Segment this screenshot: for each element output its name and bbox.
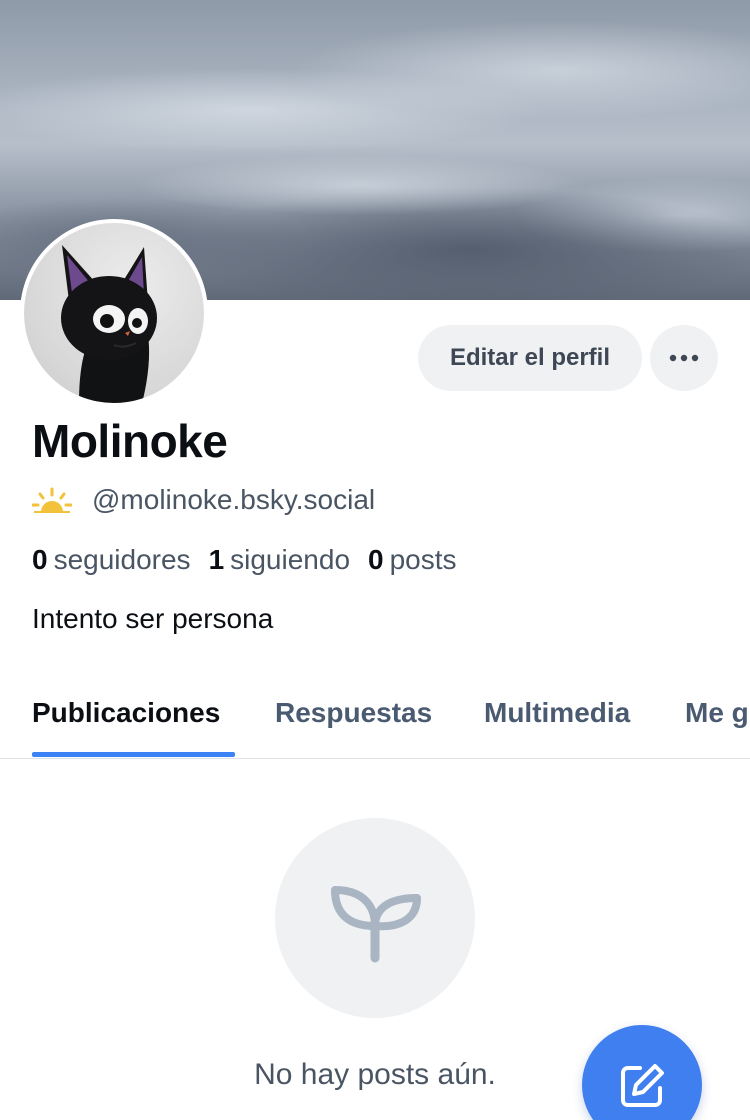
tab-me-gusta[interactable]: Me g xyxy=(685,680,749,756)
tab-respuestas[interactable]: Respuestas xyxy=(275,680,432,756)
posts-count: 0 xyxy=(368,544,384,575)
posts-label: posts xyxy=(389,544,457,575)
followers-count: 0 xyxy=(32,544,48,575)
display-name: Molinoke xyxy=(32,415,228,467)
profile-screen: Editar el perfil Molinoke @molinoke.bsky… xyxy=(0,0,750,1120)
compose-post-button[interactable] xyxy=(582,1025,702,1120)
sunrise-icon xyxy=(32,487,72,513)
black-cat-figure-icon xyxy=(61,245,157,403)
posts-stat: 0 posts xyxy=(368,544,457,576)
compose-icon xyxy=(621,1064,664,1107)
active-tab-indicator xyxy=(32,752,235,757)
profile-tabs: Publicaciones Respuestas Multimedia Me g xyxy=(0,680,750,759)
seedling-icon xyxy=(331,886,421,963)
following-label: siguiendo xyxy=(230,544,351,575)
empty-state-icon-container xyxy=(275,818,475,1018)
avatar-image xyxy=(24,223,204,403)
tab-publicaciones[interactable]: Publicaciones xyxy=(32,680,220,756)
followers-label: seguidores xyxy=(53,544,191,575)
profile-stats: 0 seguidores 1 siguiendo 0 posts xyxy=(32,540,475,580)
tab-multimedia[interactable]: Multimedia xyxy=(484,680,630,756)
following-stat[interactable]: 1 siguiendo xyxy=(209,544,350,576)
profile-bio: Intento ser persona xyxy=(32,603,274,634)
handle-row: @molinoke.bsky.social xyxy=(32,480,375,520)
avatar[interactable] xyxy=(20,219,208,407)
ellipsis-icon xyxy=(669,354,699,362)
more-options-button[interactable] xyxy=(650,325,718,391)
edit-profile-button[interactable]: Editar el perfil xyxy=(418,325,642,391)
profile-handle[interactable]: @molinoke.bsky.social xyxy=(92,484,375,516)
followers-stat[interactable]: 0 seguidores xyxy=(32,544,191,576)
following-count: 1 xyxy=(208,544,225,575)
